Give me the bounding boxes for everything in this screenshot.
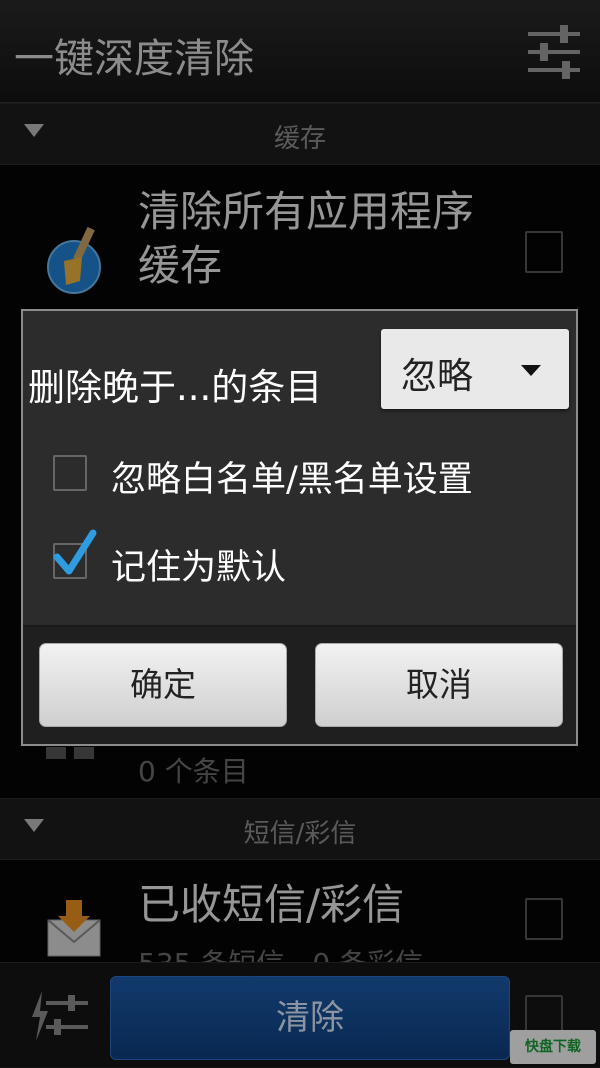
dialog-button-bar: 确定 取消	[23, 627, 576, 744]
spinner-value: 忽略	[401, 356, 474, 397]
checkmark-icon	[51, 527, 99, 587]
dialog-label: 删除晚于...的条目	[28, 366, 323, 409]
age-filter-spinner[interactable]: 忽略	[381, 329, 569, 409]
dropdown-arrow-icon	[521, 365, 541, 376]
option-label: 记住为默认	[111, 548, 287, 588]
option-ignore-lists[interactable]: 忽略白名单/黑名单设置	[53, 451, 553, 500]
cancel-button[interactable]: 取消	[315, 643, 563, 727]
ignore-lists-checkbox[interactable]	[53, 455, 87, 491]
option-remember-default[interactable]: 记住为默认	[53, 529, 553, 588]
option-label: 忽略白名单/黑名单设置	[111, 460, 473, 500]
ok-button[interactable]: 确定	[39, 643, 287, 727]
delete-older-dialog: 删除晚于...的条目 忽略 忽略白名单/黑名单设置 记住为默认 确定 取消	[21, 309, 578, 746]
